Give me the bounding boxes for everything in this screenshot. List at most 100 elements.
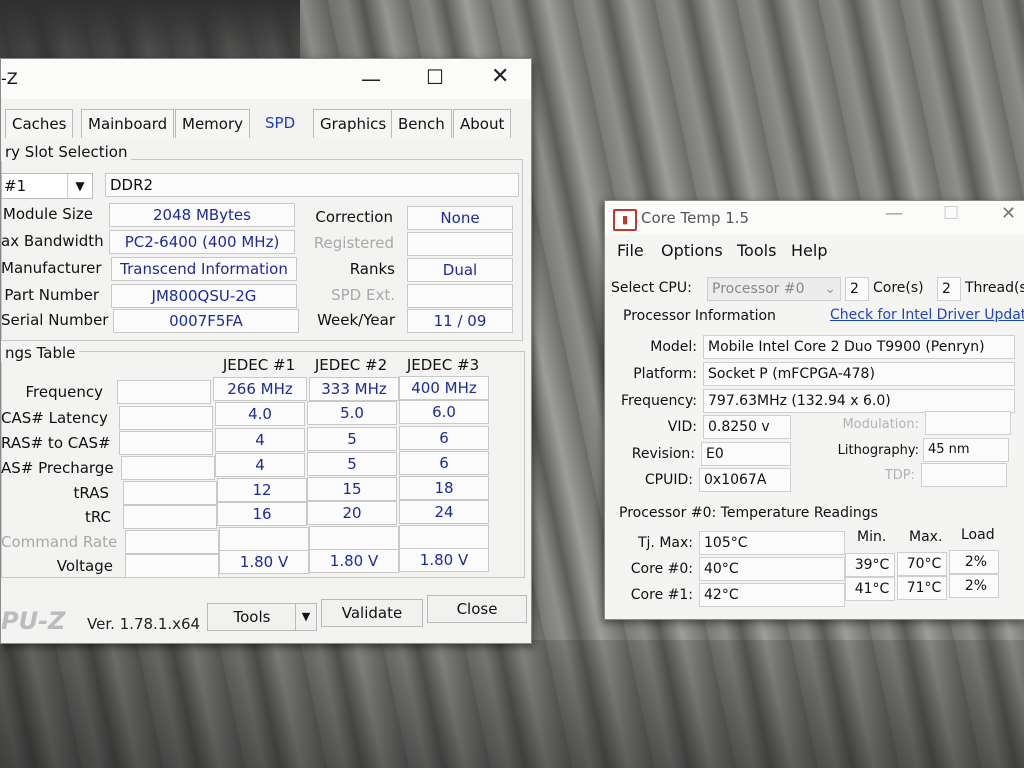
timing-cell [121, 456, 215, 480]
select-cpu-value: Processor #0 [712, 281, 805, 297]
tab-spd[interactable]: SPD [259, 109, 302, 137]
temperature-readings-title: Processor #0: Temperature Readings [619, 505, 878, 521]
timing-cell [125, 554, 219, 578]
spd-ext-value [407, 284, 513, 308]
frequency-value: 797.63MHz (132.94 x 6.0) [703, 389, 1015, 413]
spd-ext-label: SPD Ext. [331, 286, 395, 304]
correction-label: Correction [315, 208, 393, 226]
cpuz-window: -Z — ☐ ✕ Caches Mainboard Memory SPD Gra… [0, 58, 532, 644]
core-0-load: 2% [949, 550, 999, 574]
timing-cell: 4.0 [215, 402, 305, 426]
manufacturer-label: Manufacturer [1, 259, 102, 277]
max-header: Max. [909, 529, 943, 545]
cas-latency-label: CAS# Latency [1, 409, 108, 427]
part-number-value: JM800QSU-2G [111, 284, 297, 308]
trc-label: tRC [84, 508, 111, 526]
week-year-value: 11 / 09 [407, 309, 513, 333]
max-bandwidth-label: ax Bandwidth [1, 232, 104, 250]
timing-cell: 5 [307, 427, 397, 451]
lithography-value: 45 nm [923, 438, 1009, 462]
tras-label: tRAS [73, 484, 109, 502]
timing-cell: 1.80 V [399, 548, 489, 572]
timings-group-title: ngs Table [1, 344, 80, 362]
platform-label: Platform: [633, 366, 697, 382]
coretemp-window: ▮ Core Temp 1.5 — ☐ ✕ File Options Tools… [604, 200, 1024, 620]
desktop-wallpaper-bottom [0, 640, 1024, 768]
tab-graphics[interactable]: Graphics [313, 109, 394, 138]
platform-value: Socket P (mFCPGA-478) [703, 362, 1015, 386]
core-1-load: 2% [949, 574, 999, 598]
timing-cell: 1.80 V [219, 550, 309, 574]
cpuz-window-title: -Z [1, 69, 18, 88]
tab-about[interactable]: About [453, 109, 512, 138]
revision-label: Revision: [631, 446, 695, 462]
maximize-icon[interactable]: ☐ [426, 65, 444, 89]
slot-select[interactable]: #1 ▼ [1, 173, 93, 199]
module-size-value: 2048 MBytes [109, 203, 295, 227]
tools-dropdown-chevron-down-icon[interactable]: ▼ [295, 603, 317, 631]
revision-value: E0 [701, 442, 791, 466]
menu-tools[interactable]: Tools [737, 241, 776, 260]
close-icon[interactable]: ✕ [491, 64, 509, 89]
timing-cell: 1.80 V [309, 549, 399, 573]
manufacturer-value: Transcend Information [111, 257, 297, 281]
registered-label: Registered [313, 234, 394, 252]
slot-group-title: ry Slot Selection [1, 143, 132, 161]
timing-cell [219, 527, 309, 551]
minimize-icon[interactable]: — [885, 203, 903, 224]
menu-help[interactable]: Help [791, 241, 827, 260]
core-0-max: 70°C [897, 552, 947, 576]
timing-cell: 20 [307, 501, 397, 525]
timing-cell: 18 [399, 476, 489, 500]
close-icon[interactable]: ✕ [1001, 203, 1016, 224]
coretemp-window-title: Core Temp 1.5 [641, 209, 750, 227]
menu-file[interactable]: File [617, 241, 644, 260]
core-0-label: Core #0: [630, 561, 693, 577]
ranks-label: Ranks [349, 260, 395, 278]
model-value: Mobile Intel Core 2 Duo T9900 (Penryn) [703, 335, 1015, 359]
close-button[interactable]: Close [427, 595, 527, 623]
menu-options[interactable]: Options [661, 241, 723, 260]
serial-number-value: 0007F5FA [113, 309, 299, 333]
select-cpu-dropdown[interactable]: Processor #0 ⌄ [707, 277, 841, 301]
load-header: Load [961, 527, 995, 543]
vid-label: VID: [667, 419, 697, 435]
serial-number-label: Serial Number [1, 311, 109, 329]
maximize-icon[interactable]: ☐ [943, 203, 959, 224]
cpuz-titlebar[interactable]: -Z — ☐ ✕ [1, 59, 531, 99]
chevron-down-icon[interactable]: ▼ [67, 174, 92, 198]
tj-max-label: Tj. Max: [637, 535, 693, 551]
timing-cell: 400 MHz [399, 376, 489, 400]
core-1-min: 41°C [845, 577, 895, 601]
intel-driver-updates-link[interactable]: Check for Intel Driver Updates [830, 307, 1024, 323]
max-bandwidth-value: PC2-6400 (400 MHz) [109, 230, 295, 254]
tj-max-value: 105°C [699, 531, 845, 555]
tab-mainboard[interactable]: Mainboard [81, 109, 175, 138]
timing-cell: 4 [215, 453, 305, 477]
tools-button[interactable]: Tools [207, 603, 297, 631]
cores-label: Core(s) [873, 280, 924, 296]
validate-button[interactable]: Validate [321, 599, 423, 627]
ras-to-cas-label: RAS# to CAS# [1, 434, 111, 452]
timing-cell: 12 [217, 478, 307, 502]
tab-caches[interactable]: Caches [5, 109, 74, 138]
threads-label: Thread(s) [965, 280, 1024, 296]
timing-cell [125, 530, 219, 554]
processor-information-label: Processor Information [623, 308, 776, 324]
timing-cell: 5 [307, 452, 397, 476]
timing-cell: 4 [215, 428, 305, 452]
core-1-label: Core #1: [630, 587, 693, 603]
timing-cell [123, 481, 217, 505]
minimize-icon[interactable]: — [361, 67, 381, 91]
tab-bench[interactable]: Bench [391, 109, 452, 138]
tdp-label: TDP: [884, 468, 915, 483]
jedec-2-header: JEDEC #2 [314, 356, 388, 374]
timing-cell [123, 505, 217, 529]
coretemp-titlebar[interactable]: ▮ Core Temp 1.5 — ☐ ✕ [605, 201, 1024, 235]
timing-cell: 266 MHz [213, 377, 307, 401]
tab-memory[interactable]: Memory [175, 109, 251, 138]
core-0-min: 39°C [845, 553, 895, 577]
week-year-label: Week/Year [317, 311, 395, 329]
lithography-label: Lithography: [837, 443, 919, 458]
frequency-label: Frequency [25, 383, 104, 401]
